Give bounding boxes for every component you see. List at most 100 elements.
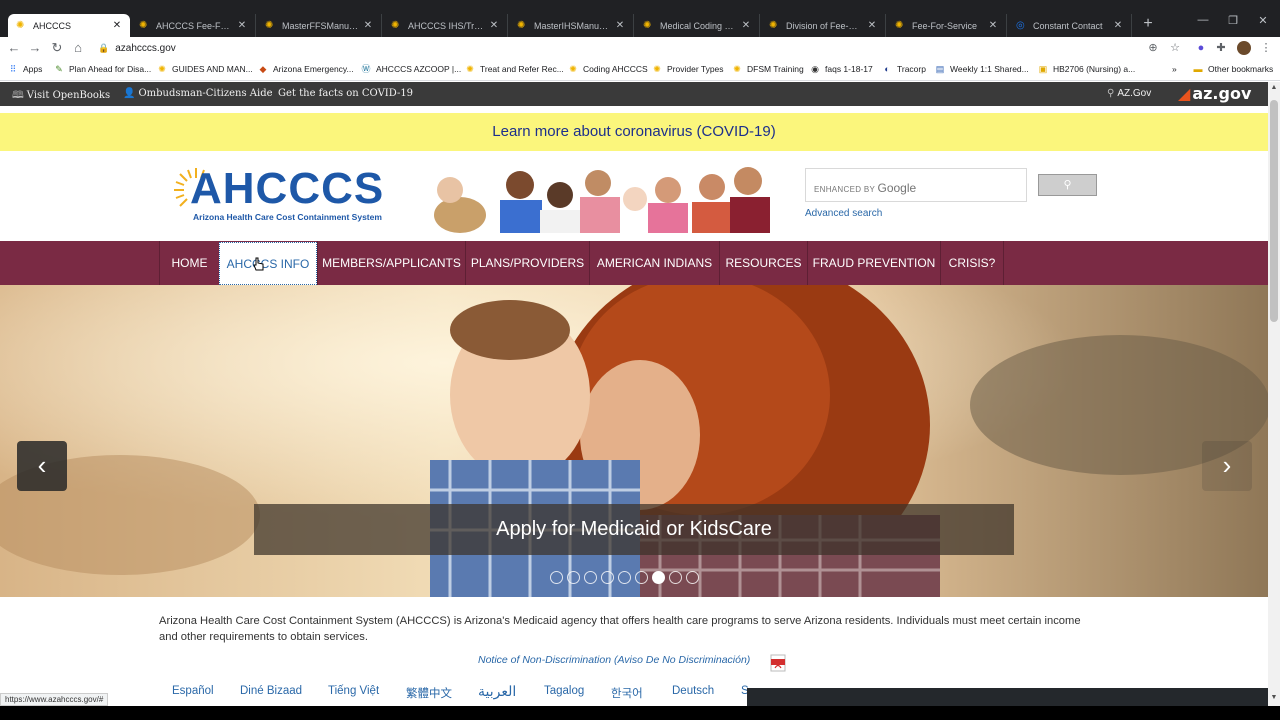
nav-american-indians[interactable]: AMERICAN INDIANS bbox=[589, 241, 719, 285]
ombudsman-link[interactable]: 👤 Ombudsman-Citizens Aide bbox=[123, 88, 273, 99]
lang-german[interactable]: Deutsch bbox=[672, 685, 714, 697]
close-tab-icon[interactable]: ✕ bbox=[237, 20, 247, 31]
lang-arabic[interactable]: العربية bbox=[478, 683, 516, 700]
ahcccs-logo[interactable]: AHCCCS bbox=[190, 167, 384, 211]
zoom-icon[interactable]: ⊕ bbox=[1146, 41, 1160, 55]
nav-home[interactable]: HOME bbox=[159, 241, 219, 285]
azgov-search-link[interactable]: ⚲ AZ.Gov bbox=[1107, 88, 1151, 99]
star-icon[interactable]: ☆ bbox=[1168, 41, 1182, 55]
lang-vietnamese[interactable]: Tiếng Việt bbox=[328, 685, 379, 697]
nav-ahcccs-info[interactable]: AHCCCS INFO bbox=[219, 242, 317, 285]
lang-navajo[interactable]: Diné Bizaad bbox=[240, 685, 302, 697]
carousel-dot[interactable] bbox=[567, 571, 580, 584]
bookmark-item[interactable]: Ⓦ AHCCCS AZCOOP |... bbox=[361, 64, 461, 74]
bookmark-item[interactable]: ✎ Plan Ahead for Disa... bbox=[54, 64, 151, 74]
ahcccs-favicon-icon: ✺ bbox=[769, 20, 778, 31]
bookmark-item[interactable]: ✺ Provider Types bbox=[652, 64, 723, 74]
carousel-dot[interactable] bbox=[601, 571, 614, 584]
lang-korean[interactable]: 한국어 bbox=[611, 685, 643, 701]
profile-avatar[interactable] bbox=[1237, 41, 1251, 55]
tab-constant-contact[interactable]: ◎ Constant Contact ✕ bbox=[1008, 14, 1132, 37]
other-bookmarks[interactable]: ▬ Other bookmarks bbox=[1193, 64, 1274, 74]
bookmark-apps[interactable]: ⠿ Apps bbox=[8, 64, 43, 74]
more-bookmarks-button[interactable]: » bbox=[1172, 64, 1177, 74]
openbooks-link[interactable]: 🕮 Visit OpenBooks bbox=[12, 88, 110, 105]
bookmark-item[interactable]: ✺ Treat and Refer Rec... bbox=[465, 64, 564, 74]
carousel-prev-button[interactable]: ‹ bbox=[17, 441, 67, 491]
bookmark-item[interactable]: ▣ HB2706 (Nursing) a... bbox=[1038, 64, 1135, 74]
advanced-search-link[interactable]: Advanced search bbox=[805, 208, 882, 219]
menu-icon[interactable]: ⋮ bbox=[1259, 41, 1273, 55]
nav-plans-providers[interactable]: PLANS/PROVIDERS bbox=[465, 241, 589, 285]
carousel-caption[interactable]: Apply for Medicaid or KidsCare bbox=[254, 504, 1014, 555]
new-tab-button[interactable]: + bbox=[1138, 15, 1158, 33]
tab-masterihs[interactable]: ✺ MasterIHSManual.pdf ✕ bbox=[509, 14, 634, 37]
non-discrimination-link[interactable]: Notice of Non-Discrimination (Aviso De N… bbox=[478, 654, 750, 666]
tab-ahcccs[interactable]: ✺ AHCCCS ✕ bbox=[8, 14, 130, 37]
extension-icon[interactable]: ● bbox=[1194, 41, 1208, 55]
covid-facts-link[interactable]: Get the facts on COVID-19 bbox=[278, 88, 413, 99]
carousel-dot[interactable] bbox=[669, 571, 682, 584]
close-window-icon[interactable]: ✕ bbox=[1248, 14, 1278, 27]
bookmark-item[interactable]: ✺ GUIDES AND MAN... bbox=[157, 64, 253, 74]
status-bar-url: https://www.azahcccs.gov/# bbox=[0, 693, 109, 706]
search-button[interactable]: ⚲ bbox=[1038, 174, 1097, 196]
back-icon[interactable]: ← bbox=[6, 40, 22, 56]
tab-title: MasterFFSManual.pdf bbox=[282, 20, 359, 31]
ahcccs-favicon-icon: ✺ bbox=[653, 64, 661, 74]
carousel-dot[interactable] bbox=[635, 571, 648, 584]
close-tab-icon[interactable]: ✕ bbox=[988, 20, 998, 31]
carousel-dot[interactable] bbox=[618, 571, 631, 584]
nav-crisis[interactable]: CRISIS? bbox=[940, 241, 1004, 285]
scrollbar-thumb[interactable] bbox=[1270, 100, 1278, 322]
apps-icon: ⠿ bbox=[9, 64, 17, 74]
maximize-icon[interactable]: ❐ bbox=[1218, 14, 1248, 27]
book-icon: 🕮 bbox=[12, 90, 24, 101]
close-tab-icon[interactable]: ✕ bbox=[489, 20, 499, 31]
home-icon[interactable]: ⌂ bbox=[70, 40, 86, 56]
reload-icon[interactable]: ↻ bbox=[49, 40, 65, 56]
scroll-down-icon[interactable]: ▼ bbox=[1268, 694, 1280, 706]
carousel-dot[interactable] bbox=[584, 571, 597, 584]
bookmark-item[interactable]: ✺ DFSM Training bbox=[732, 64, 803, 74]
azgov-logo[interactable]: ◢ az.gov bbox=[1178, 84, 1251, 103]
scroll-up-icon[interactable]: ▲ bbox=[1268, 84, 1280, 96]
forward-icon[interactable]: → bbox=[27, 40, 43, 56]
bookmark-item[interactable]: ◉ faqs 1-18-17 bbox=[810, 64, 873, 74]
tab-ihs-tribal[interactable]: ✺ AHCCCS IHS/Tribal Pro ✕ bbox=[383, 14, 508, 37]
url-field[interactable]: 🔒 azahcccs.gov bbox=[98, 40, 176, 57]
lang-spanish[interactable]: Español bbox=[172, 685, 214, 697]
google-search-input[interactable]: ENHANCED BY Google bbox=[805, 168, 1027, 202]
close-tab-icon[interactable]: ✕ bbox=[1113, 20, 1123, 31]
tab-ffs[interactable]: ✺ Fee-For-Service ✕ bbox=[887, 14, 1007, 37]
close-tab-icon[interactable]: ✕ bbox=[615, 20, 625, 31]
site-top-bar: 🕮 Visit OpenBooks 👤 Ombudsman-Citizens Aid… bbox=[0, 82, 1268, 106]
minimize-icon[interactable]: — bbox=[1188, 14, 1218, 26]
bookmark-item[interactable]: ▤ Weekly 1:1 Shared... bbox=[935, 64, 1029, 74]
close-tab-icon[interactable]: ✕ bbox=[867, 20, 877, 31]
shield-icon: ◆ bbox=[259, 64, 267, 74]
puzzle-icon[interactable]: ✚ bbox=[1214, 41, 1228, 55]
carousel-dot[interactable] bbox=[550, 571, 563, 584]
bookmark-item[interactable]: ◆ Arizona Emergency... bbox=[258, 64, 354, 74]
nav-fraud-prevention[interactable]: FRAUD PREVENTION bbox=[807, 241, 940, 285]
lang-tagalog[interactable]: Tagalog bbox=[544, 685, 584, 697]
tab-masterffs[interactable]: ✺ MasterFFSManual.pdf ✕ bbox=[257, 14, 382, 37]
carousel-dot[interactable] bbox=[652, 571, 665, 584]
pdf-icon[interactable] bbox=[769, 654, 787, 672]
bookmark-item[interactable]: ✺ Coding AHCCCS bbox=[568, 64, 648, 74]
carousel-dot[interactable] bbox=[686, 571, 699, 584]
nav-resources[interactable]: RESOURCES bbox=[719, 241, 807, 285]
close-tab-icon[interactable]: ✕ bbox=[363, 20, 373, 31]
close-tab-icon[interactable]: ✕ bbox=[741, 20, 751, 31]
ahcccs-favicon-icon: ✺ bbox=[391, 20, 400, 31]
lang-chinese[interactable]: 繁體中文 bbox=[406, 685, 452, 701]
tab-division-ffs[interactable]: ✺ Division of Fee-For-Ser ✕ bbox=[761, 14, 886, 37]
tab-fee-for-service[interactable]: ✺ AHCCCS Fee-For-Servic ✕ bbox=[131, 14, 256, 37]
tab-medical-coding[interactable]: ✺ Medical Coding Resou ✕ bbox=[635, 14, 760, 37]
carousel-next-button[interactable]: › bbox=[1202, 441, 1252, 491]
nav-members-applicants[interactable]: MEMBERS/APPLICANTS bbox=[317, 241, 465, 285]
bookmark-item[interactable]: ◐ Tracorp bbox=[882, 64, 926, 74]
covid-banner[interactable]: Learn more about coronavirus (COVID-19) bbox=[0, 113, 1268, 151]
close-tab-icon[interactable]: ✕ bbox=[112, 20, 122, 31]
